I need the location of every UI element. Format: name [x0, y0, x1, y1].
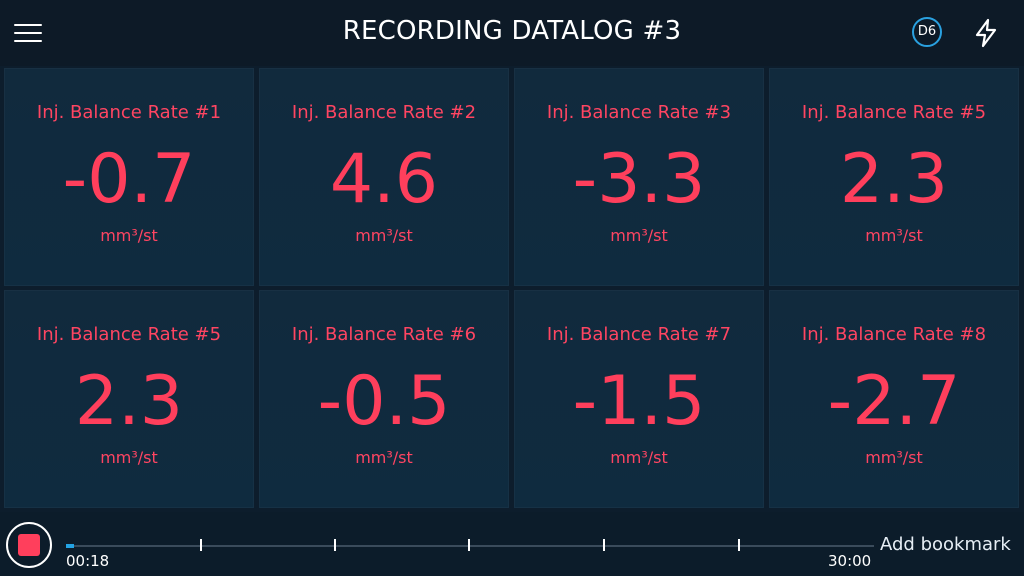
timeline-tick — [603, 539, 605, 551]
gauge-unit: mm³/st — [355, 448, 413, 467]
elapsed-time: 00:18 — [66, 552, 110, 570]
gauge-value: -2.7 — [827, 362, 961, 441]
gauge-label: Inj. Balance Rate #2 — [291, 102, 477, 123]
gauge-unit: mm³/st — [100, 226, 158, 245]
recording-bar: 00:18 30:00 Add bookmark — [0, 512, 1024, 576]
gauge-card[interactable]: Inj. Balance Rate #5 2.3 mm³/st — [4, 290, 254, 508]
timeline-tick — [468, 539, 470, 551]
gauge-value: -3.3 — [572, 140, 706, 219]
gauge-value: -1.5 — [572, 362, 706, 441]
gauge-label: Inj. Balance Rate #7 — [546, 324, 732, 345]
lightning-bolt-icon[interactable] — [972, 18, 1000, 48]
page-title: RECORDING DATALOG #3 — [342, 16, 682, 46]
gauge-card[interactable]: Inj. Balance Rate #3 -3.3 mm³/st — [514, 68, 764, 286]
gauge-label: Inj. Balance Rate #5 — [801, 102, 987, 123]
timeline-tick — [334, 539, 336, 551]
gauge-value: 2.3 — [74, 362, 184, 441]
timeline-progress — [66, 544, 74, 548]
gauge-unit: mm³/st — [865, 226, 923, 245]
timeline-tick — [200, 539, 202, 551]
gauge-card[interactable]: Inj. Balance Rate #1 -0.7 mm³/st — [4, 68, 254, 286]
timeline-track — [66, 545, 874, 547]
gauge-unit: mm³/st — [610, 448, 668, 467]
gauge-card[interactable]: Inj. Balance Rate #5 2.3 mm³/st — [769, 68, 1019, 286]
gauge-value: -0.5 — [317, 362, 451, 441]
gauge-label: Inj. Balance Rate #1 — [36, 102, 222, 123]
gauge-label: Inj. Balance Rate #5 — [36, 324, 222, 345]
stop-record-button[interactable] — [6, 522, 52, 568]
timeline-tick — [738, 539, 740, 551]
gauge-card[interactable]: Inj. Balance Rate #6 -0.5 mm³/st — [259, 290, 509, 508]
gauge-unit: mm³/st — [610, 226, 668, 245]
d6-badge-button[interactable]: D6 — [912, 17, 942, 47]
gauge-label: Inj. Balance Rate #6 — [291, 324, 477, 345]
gauge-value: -0.7 — [62, 140, 196, 219]
top-bar: RECORDING DATALOG #3 D6 — [0, 0, 1024, 66]
total-time: 30:00 — [828, 552, 872, 570]
timeline-scrubber[interactable] — [66, 539, 874, 551]
gauge-card[interactable]: Inj. Balance Rate #2 4.6 mm³/st — [259, 68, 509, 286]
add-bookmark-button[interactable]: Add bookmark — [880, 534, 1011, 555]
gauge-grid: Inj. Balance Rate #1 -0.7 mm³/st Inj. Ba… — [4, 68, 1020, 510]
gauge-value: 4.6 — [329, 140, 439, 219]
gauge-card[interactable]: Inj. Balance Rate #7 -1.5 mm³/st — [514, 290, 764, 508]
gauge-label: Inj. Balance Rate #8 — [801, 324, 987, 345]
gauge-unit: mm³/st — [355, 226, 413, 245]
gauge-card[interactable]: Inj. Balance Rate #8 -2.7 mm³/st — [769, 290, 1019, 508]
gauge-label: Inj. Balance Rate #3 — [546, 102, 732, 123]
stop-record-icon — [18, 534, 40, 556]
gauge-unit: mm³/st — [100, 448, 158, 467]
gauge-unit: mm³/st — [865, 448, 923, 467]
gauge-value: 2.3 — [839, 140, 949, 219]
